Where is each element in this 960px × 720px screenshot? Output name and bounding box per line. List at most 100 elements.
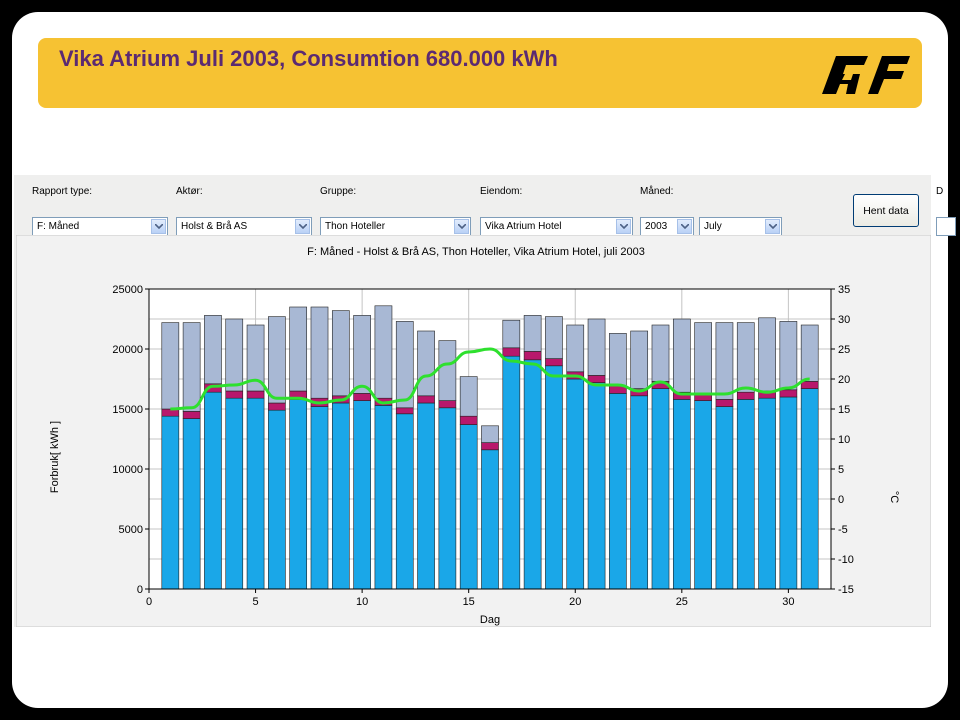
bar-segment	[736, 391, 755, 400]
bar-segment	[310, 406, 329, 590]
bar-segment	[438, 400, 457, 409]
y2-tick-label: 20	[838, 374, 850, 386]
slide-title: Vika Atrium Juli 2003, Consumtion 680.00…	[59, 46, 558, 71]
x-tick-label: 30	[782, 596, 794, 608]
bar-segment	[459, 376, 478, 417]
bar-segment	[353, 400, 371, 590]
bar-segment	[161, 415, 180, 590]
bar-segment	[204, 391, 222, 590]
eiendom-select[interactable]: Vika Atrium Hotel	[480, 217, 633, 236]
bar-segment	[204, 315, 222, 385]
bar-segment	[502, 319, 521, 349]
y2-tick-label: 0	[838, 494, 844, 506]
aktor-label: Aktør:	[176, 186, 203, 197]
bar-segment	[268, 402, 286, 411]
bar-segment	[268, 316, 286, 404]
chevron-down-icon[interactable]	[454, 219, 469, 234]
x-tick-label: 0	[146, 596, 152, 608]
aktor-value: Holst & Brå AS	[181, 221, 248, 232]
chevron-down-icon[interactable]	[765, 219, 780, 234]
bar-segment	[545, 365, 563, 590]
rapport-type-select[interactable]: F: Måned	[32, 217, 168, 236]
bar-segment	[182, 322, 201, 412]
bar-segment	[395, 407, 414, 415]
bar-segment	[609, 393, 627, 590]
cut-off-label: D	[936, 186, 944, 197]
y-tick-label: 20000	[112, 344, 143, 356]
bar-segment	[779, 396, 798, 590]
bar-segment	[736, 322, 755, 393]
x-tick-label: 10	[356, 596, 368, 608]
eiendom-label: Eiendom:	[480, 186, 523, 197]
bar-segment	[715, 399, 734, 407]
bar-segment	[587, 382, 606, 590]
y2-tick-label: 30	[838, 314, 850, 326]
bar-segment	[246, 397, 265, 590]
eiendom-value: Vika Atrium Hotel	[485, 221, 562, 232]
y-tick-label: 5000	[119, 524, 143, 536]
aktor-select[interactable]: Holst & Brå AS	[176, 217, 312, 236]
bar-segment	[481, 449, 499, 590]
bar-segment	[246, 390, 265, 399]
bar-segment	[672, 399, 691, 590]
year-value: 2003	[645, 221, 668, 232]
x-axis-label: Dag	[480, 614, 500, 626]
bar-segment	[182, 411, 201, 419]
bar-segment	[353, 315, 371, 394]
y-axis-label: Forbruk[ kWh ]	[49, 421, 61, 493]
report-window: Rapport type: F: Måned Aktør: Holst & Br…	[14, 175, 956, 627]
rapport-type-value: F: Måned	[37, 221, 80, 232]
gruppe-label: Gruppe:	[320, 186, 357, 197]
month-select[interactable]: July	[699, 217, 782, 236]
bar-segment	[395, 413, 414, 590]
bar-segment	[459, 415, 478, 425]
chevron-down-icon[interactable]	[151, 219, 166, 234]
y2-tick-label: 25	[838, 344, 850, 356]
x-tick-label: 15	[463, 596, 475, 608]
bar-segment	[630, 330, 649, 389]
bar-segment	[758, 397, 776, 590]
y-tick-label: 15000	[112, 404, 143, 416]
y-tick-label: 25000	[112, 284, 143, 296]
bar-segment	[800, 324, 819, 382]
bar-segment	[289, 399, 308, 590]
bar-segment	[268, 409, 286, 590]
cut-off-select[interactable]	[936, 217, 956, 236]
bar-segment	[587, 375, 606, 383]
y-tick-label: 10000	[112, 464, 143, 476]
bar-segment	[523, 351, 542, 361]
bar-segment	[566, 324, 585, 373]
bar-segment	[800, 381, 819, 389]
y2-tick-label: -15	[838, 584, 854, 596]
month-value: July	[704, 221, 722, 232]
bar-segment	[630, 395, 649, 590]
bar-segment	[374, 305, 393, 399]
rapport-type-label: Rapport type:	[32, 186, 93, 197]
bar-segment	[417, 395, 435, 404]
chart-title: F: Måned - Holst & Brå AS, Thon Hoteller…	[307, 246, 645, 258]
bar-segment	[481, 442, 499, 451]
af-logo	[822, 56, 910, 94]
bar-segment	[694, 322, 712, 394]
year-select[interactable]: 2003	[640, 217, 694, 236]
bar-segment	[779, 321, 798, 391]
bar-segment	[523, 359, 542, 590]
chevron-down-icon[interactable]	[295, 219, 310, 234]
bar-segment	[694, 400, 712, 590]
title-banner: Vika Atrium Juli 2003, Consumtion 680.00…	[38, 38, 922, 108]
y2-tick-label: 15	[838, 404, 850, 416]
y2-tick-label: 10	[838, 434, 850, 446]
bar-segment	[438, 340, 457, 401]
bar-segment	[225, 397, 244, 590]
gruppe-value: Thon Hoteller	[325, 221, 386, 232]
chevron-down-icon[interactable]	[616, 219, 631, 234]
y2-tick-label: -10	[838, 554, 854, 566]
gruppe-select[interactable]: Thon Hoteller	[320, 217, 471, 236]
bar-segment	[758, 317, 776, 392]
bar-segment	[225, 390, 244, 399]
bar-segment	[182, 418, 201, 590]
x-tick-label: 5	[253, 596, 259, 608]
chevron-down-icon[interactable]	[677, 219, 692, 234]
bar-segment	[545, 316, 563, 359]
hent-data-button[interactable]: Hent data	[853, 194, 919, 227]
